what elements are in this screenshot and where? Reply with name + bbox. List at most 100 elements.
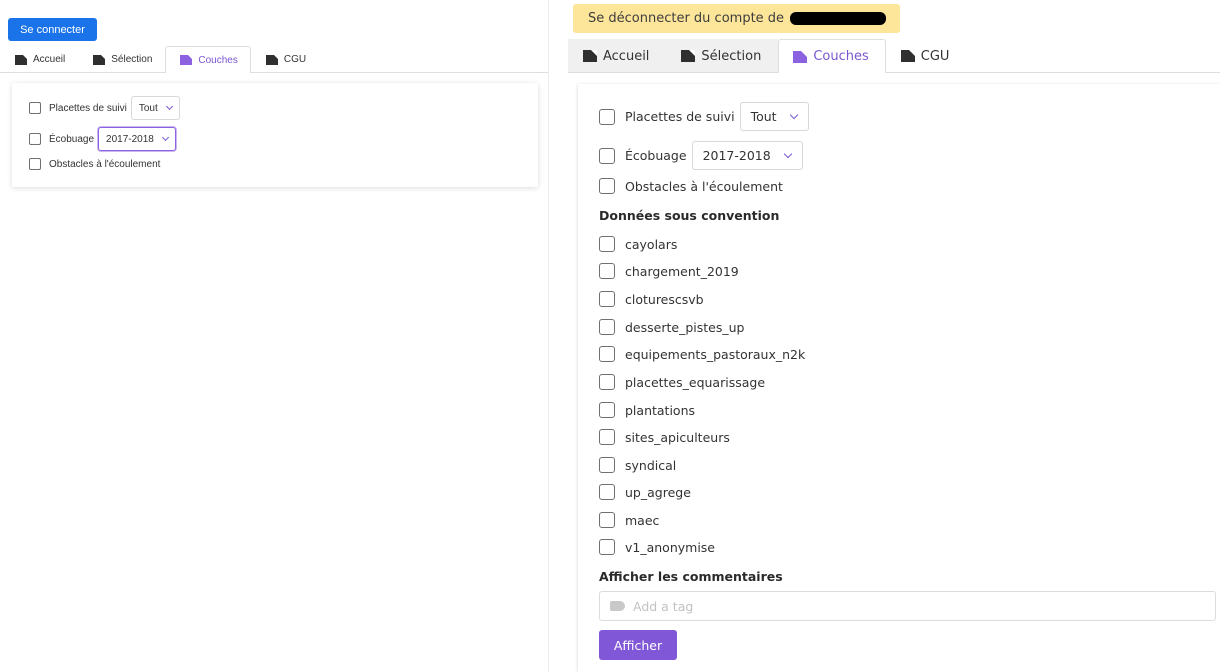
document-icon — [93, 54, 106, 65]
tab-accueil[interactable]: Accueil — [568, 39, 667, 72]
layer-checkbox[interactable] — [599, 402, 615, 418]
layer-row-placettes: Placettes de suivi Tout — [29, 96, 180, 120]
layer-label: up_agrege — [625, 484, 691, 500]
document-icon — [900, 50, 915, 62]
document-icon — [265, 54, 278, 65]
layer-label: cayolars — [625, 236, 678, 252]
layer-label: cloturescsvb — [625, 291, 704, 307]
chevron-down-icon — [161, 133, 169, 142]
document-icon — [681, 50, 696, 62]
right-panel: Se déconnecter du compte de Accueil Séle… — [550, 0, 1220, 672]
ecobuage-select[interactable]: 2017-2018 — [98, 127, 176, 151]
list-item: cayolars — [599, 236, 677, 252]
list-item: syndical — [599, 457, 676, 473]
tab-bar: Accueil Sélection Couches CGU — [568, 39, 1220, 73]
tab-label: Couches — [813, 49, 869, 64]
layer-row-ecobuage: Écobuage 2017-2018 — [29, 127, 176, 151]
list-item: plantations — [599, 402, 695, 418]
tab-couches[interactable]: Couches — [165, 46, 251, 73]
layer-label: placettes_equarissage — [625, 374, 766, 390]
tag-input-field[interactable] — [599, 591, 1216, 621]
layer-checkbox[interactable] — [599, 236, 615, 252]
show-button[interactable]: Afficher — [599, 630, 677, 660]
layer-row-placettes: Placettes de suivi Tout — [599, 102, 809, 131]
document-icon — [180, 55, 193, 65]
list-item: placettes_equarissage — [599, 374, 765, 390]
layer-label: v1_anonymise — [625, 539, 716, 555]
tag-input[interactable] — [633, 598, 1193, 614]
tab-label: CGU — [920, 48, 950, 64]
chevron-down-icon — [783, 149, 792, 158]
layer-label: desserte_pistes_up — [625, 319, 745, 335]
tab-selection[interactable]: Sélection — [78, 46, 165, 72]
layer-label: syndical — [625, 457, 677, 473]
layer-checkbox[interactable] — [599, 291, 615, 307]
tab-couches[interactable]: Couches — [778, 39, 886, 73]
obstacles-checkbox[interactable] — [599, 178, 615, 194]
select-value: Tout — [138, 102, 158, 114]
layer-checkbox[interactable] — [599, 346, 615, 362]
layer-checkbox[interactable] — [599, 319, 615, 335]
obstacles-checkbox[interactable] — [29, 158, 41, 170]
tab-label: Accueil — [33, 54, 66, 65]
layer-label: sites_apiculteurs — [625, 429, 730, 445]
placettes-select[interactable]: Tout — [739, 102, 809, 131]
layers-card: Placettes de suivi Tout Écobuage 2017-20… — [578, 84, 1220, 672]
layer-label: Obstacles à l'écoulement — [49, 158, 161, 170]
logout-button[interactable]: Se déconnecter du compte de — [573, 4, 901, 33]
ecobuage-checkbox[interactable] — [599, 147, 615, 164]
tab-selection[interactable]: Sélection — [666, 39, 779, 72]
select-value: Tout — [750, 109, 777, 124]
list-item: sites_apiculteurs — [599, 429, 730, 445]
list-item: chargement_2019 — [599, 263, 739, 279]
layer-checkbox[interactable] — [599, 429, 615, 445]
layer-label: Obstacles à l'écoulement — [625, 178, 783, 194]
list-item: equipements_pastoraux_n2k — [599, 346, 805, 362]
chevron-down-icon — [789, 110, 798, 119]
layer-label: Écobuage — [49, 133, 95, 145]
layer-checkbox[interactable] — [599, 484, 615, 500]
document-icon — [15, 54, 27, 65]
tab-label: Sélection — [701, 48, 762, 64]
convention-heading: Données sous convention — [599, 208, 780, 223]
layer-row-obstacles: Obstacles à l'écoulement — [599, 178, 783, 194]
left-panel: Se connecter Accueil Sélection Couches C… — [0, 0, 548, 672]
placettes-select[interactable]: Tout — [130, 96, 180, 120]
select-value: 2017-2018 — [106, 133, 154, 145]
ecobuage-select[interactable]: 2017-2018 — [691, 141, 803, 170]
chevron-down-icon — [165, 102, 173, 111]
layer-label: Placettes de suivi — [49, 102, 127, 114]
layer-checkbox[interactable] — [599, 539, 615, 555]
document-icon — [793, 50, 808, 63]
list-item: desserte_pistes_up — [599, 319, 744, 335]
layer-label: plantations — [625, 402, 696, 418]
layer-checkbox[interactable] — [599, 457, 615, 473]
document-icon — [583, 50, 597, 62]
tag-icon — [610, 601, 625, 611]
tab-label: CGU — [283, 54, 307, 65]
layer-label: chargement_2019 — [625, 263, 739, 279]
layer-checkbox[interactable] — [599, 512, 615, 528]
layer-label: Écobuage — [625, 148, 687, 163]
ecobuage-checkbox[interactable] — [29, 133, 41, 145]
tab-label: Couches — [198, 54, 238, 66]
list-item: cloturescsvb — [599, 291, 704, 307]
tab-label: Sélection — [111, 54, 153, 65]
tab-accueil[interactable]: Accueil — [0, 46, 78, 72]
layer-label: maec — [625, 512, 660, 528]
redacted-username — [790, 12, 887, 25]
placettes-checkbox[interactable] — [29, 102, 41, 114]
layer-label: Placettes de suivi — [625, 109, 735, 124]
list-item: v1_anonymise — [599, 539, 715, 555]
list-item: up_agrege — [599, 484, 691, 500]
layer-row-ecobuage: Écobuage 2017-2018 — [599, 141, 803, 170]
tab-cgu[interactable]: CGU — [251, 46, 319, 72]
comments-heading: Afficher les commentaires — [599, 569, 783, 584]
placettes-checkbox[interactable] — [599, 108, 615, 125]
layer-checkbox[interactable] — [599, 374, 615, 390]
logout-label: Se déconnecter du compte de — [588, 11, 785, 26]
panel-divider — [548, 0, 549, 672]
tab-cgu[interactable]: CGU — [886, 39, 967, 72]
layer-checkbox[interactable] — [599, 263, 615, 279]
login-button[interactable]: Se connecter — [8, 18, 97, 41]
